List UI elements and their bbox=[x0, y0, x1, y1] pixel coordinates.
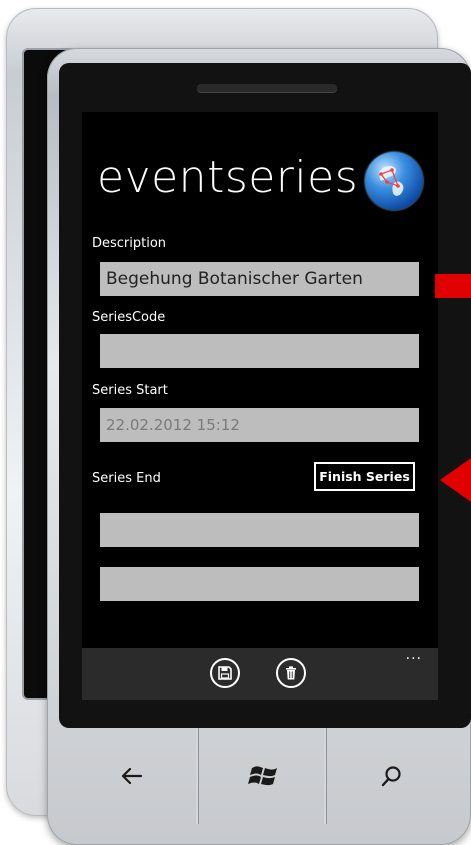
hardware-divider bbox=[196, 728, 198, 824]
back-button[interactable] bbox=[67, 728, 197, 824]
more-options-button[interactable]: ... bbox=[406, 648, 422, 662]
finish-series-button[interactable]: Finish Series bbox=[314, 462, 415, 491]
seriescode-field[interactable] bbox=[100, 334, 419, 368]
save-button[interactable] bbox=[210, 658, 240, 688]
search-button[interactable] bbox=[327, 728, 457, 824]
series-end-label: Series End bbox=[92, 471, 161, 486]
description-label: Description bbox=[92, 236, 167, 251]
delete-icon bbox=[286, 666, 296, 680]
windows-start-icon bbox=[248, 766, 277, 786]
series-start-field[interactable]: 22.02.2012 15:12 bbox=[100, 408, 419, 442]
save-icon bbox=[218, 666, 232, 680]
earpiece-speaker bbox=[197, 84, 337, 92]
hardware-button-bar bbox=[59, 728, 471, 824]
delete-button[interactable] bbox=[276, 658, 306, 688]
hardware-divider bbox=[324, 728, 326, 824]
seriescode-label: SeriesCode bbox=[92, 310, 166, 325]
description-field[interactable]: Begehung Botanischer Garten bbox=[100, 262, 419, 296]
search-icon bbox=[381, 766, 401, 787]
series-end-time-field[interactable] bbox=[100, 567, 419, 601]
globe-icon bbox=[365, 152, 423, 210]
series-start-label: Series Start bbox=[92, 383, 168, 398]
app-title: eventseries bbox=[97, 152, 359, 203]
annotation-arrow-finish-series bbox=[440, 458, 471, 502]
phone-screen: eventseries Description Begehung Botanis… bbox=[82, 112, 438, 700]
start-button[interactable] bbox=[199, 728, 329, 824]
annotation-arrow-description bbox=[435, 274, 471, 298]
back-arrow-icon bbox=[121, 767, 143, 785]
application-bar: ... bbox=[82, 648, 438, 700]
series-end-date-field[interactable] bbox=[100, 513, 419, 547]
